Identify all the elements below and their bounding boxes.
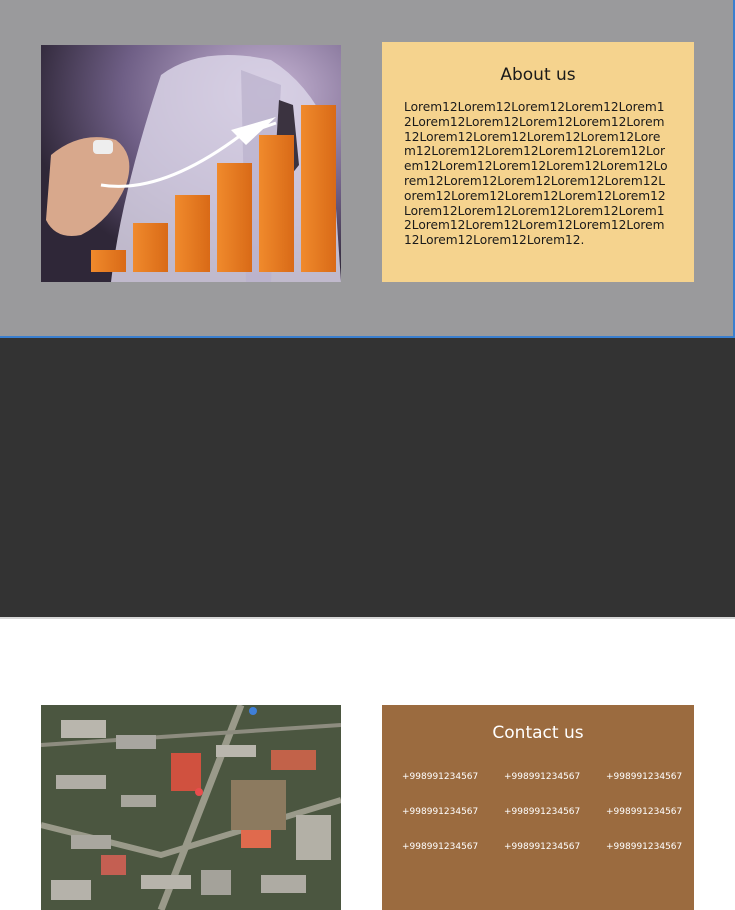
phone-number[interactable]: +998991234567 xyxy=(402,807,478,817)
phone-number[interactable]: +998991234567 xyxy=(504,807,580,817)
about-section: About us Lorem12Lorem12Lorem12Lorem12Lor… xyxy=(0,0,735,336)
satellite-map[interactable] xyxy=(41,705,341,910)
contact-title: Contact us xyxy=(492,723,584,743)
contact-section: Contact us +998991234567 +998991234567 +… xyxy=(0,338,735,910)
phone-number[interactable]: +998991234567 xyxy=(402,842,478,852)
phone-number[interactable]: +998991234567 xyxy=(606,842,682,852)
contact-card: Contact us +998991234567 +998991234567 +… xyxy=(382,705,694,910)
business-growth-photo xyxy=(41,45,341,282)
growth-chart-illustration xyxy=(41,45,341,282)
about-card: About us Lorem12Lorem12Lorem12Lorem12Lor… xyxy=(382,42,694,282)
phone-number[interactable]: +998991234567 xyxy=(606,772,682,782)
map-image xyxy=(41,705,341,910)
phone-number[interactable]: +998991234567 xyxy=(402,772,478,782)
phone-number[interactable]: +998991234567 xyxy=(504,772,580,782)
about-text: Lorem12Lorem12Lorem12Lorem12Lorem12Lorem… xyxy=(404,100,668,248)
phone-number[interactable]: +998991234567 xyxy=(504,842,580,852)
about-title: About us xyxy=(500,65,576,85)
phone-number[interactable]: +998991234567 xyxy=(606,807,682,817)
